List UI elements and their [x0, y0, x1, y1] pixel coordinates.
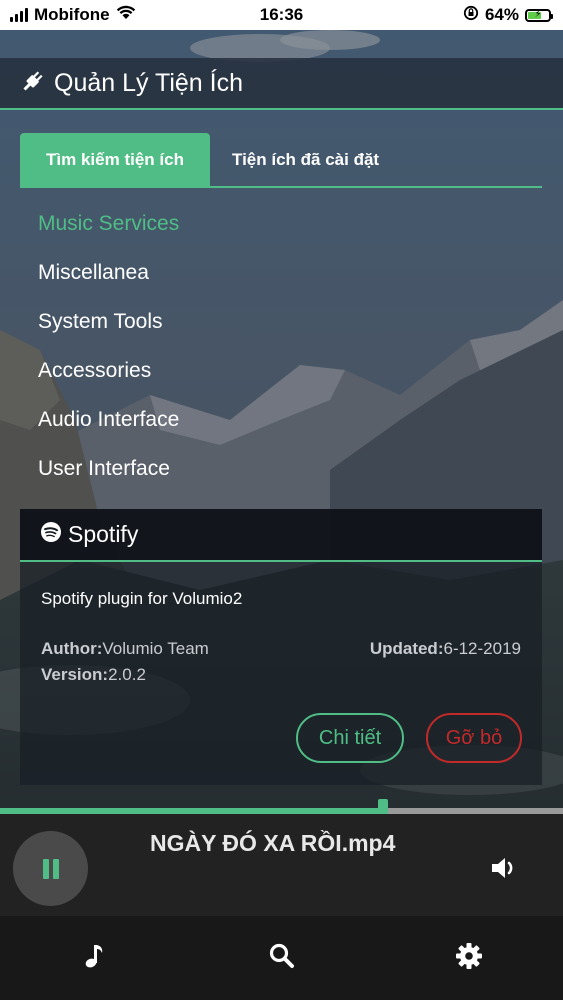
category-list: Music Services Miscellanea System Tools …: [38, 199, 518, 493]
category-music-services[interactable]: Music Services: [38, 199, 518, 248]
page-title: Quản Lý Tiện Ích: [54, 68, 244, 97]
plugin-author: Author:Volumio Team: [41, 639, 209, 659]
category-miscellanea[interactable]: Miscellanea: [38, 248, 518, 297]
player-bar: NGÀY ĐÓ XA RỒI.mp4: [0, 814, 563, 916]
updated-value: 6-12-2019: [443, 639, 521, 658]
plugin-version: Version:2.0.2: [41, 665, 146, 685]
bottom-nav: [0, 916, 563, 1000]
category-accessories[interactable]: Accessories: [38, 346, 518, 395]
status-bar: Mobifone 16:36 64% ⚡: [0, 0, 563, 30]
plugin-card: Spotify Spotify plugin for Volumio2 Auth…: [20, 509, 542, 785]
author-value: Volumio Team: [102, 639, 209, 658]
plugin-name: Spotify: [68, 521, 139, 547]
version-value: 2.0.2: [108, 665, 146, 684]
wifi-icon: [116, 5, 136, 25]
version-label: Version:: [41, 665, 109, 684]
search-icon: [267, 941, 297, 976]
battery-icon: ⚡: [525, 8, 553, 22]
signal-icon: [10, 8, 28, 22]
plugin-tabs: Tìm kiếm tiện ích Tiện ích đã cài đặt: [20, 133, 542, 188]
play-pause-button[interactable]: [13, 831, 88, 906]
volume-icon[interactable]: [488, 852, 520, 884]
pause-icon: [42, 858, 59, 879]
category-audio-interface[interactable]: Audio Interface: [38, 395, 518, 444]
nav-settings[interactable]: [375, 916, 563, 1000]
category-system-tools[interactable]: System Tools: [38, 297, 518, 346]
remove-button[interactable]: Gỡ bỏ: [426, 713, 522, 763]
author-label: Author:: [41, 639, 103, 658]
plugin-description: Spotify plugin for Volumio2: [41, 589, 243, 608]
updated-label: Updated:: [369, 639, 444, 658]
nav-music[interactable]: [0, 916, 188, 1000]
category-user-interface[interactable]: User Interface: [38, 444, 518, 493]
track-title: NGÀY ĐÓ XA RỒI.mp4: [150, 830, 396, 856]
tab-installed-plugins[interactable]: Tiện ích đã cài đặt: [210, 133, 401, 186]
carrier-name: Mobifone: [34, 5, 110, 24]
details-button[interactable]: Chi tiết: [296, 713, 404, 763]
music-note-icon: [79, 941, 109, 976]
plugin-card-header: Spotify: [20, 509, 542, 562]
spotify-icon: [40, 521, 62, 548]
nav-search[interactable]: [188, 916, 376, 1000]
battery-percent: 64%: [484, 5, 519, 24]
page-header: Quản Lý Tiện Ích: [0, 58, 563, 110]
plugin-updated: Updated:6-12-2019: [370, 639, 521, 659]
gear-icon: [454, 941, 484, 976]
plug-icon: [20, 68, 46, 99]
tab-search-plugins[interactable]: Tìm kiếm tiện ích: [20, 133, 210, 186]
orientation-lock-icon: [463, 5, 479, 26]
